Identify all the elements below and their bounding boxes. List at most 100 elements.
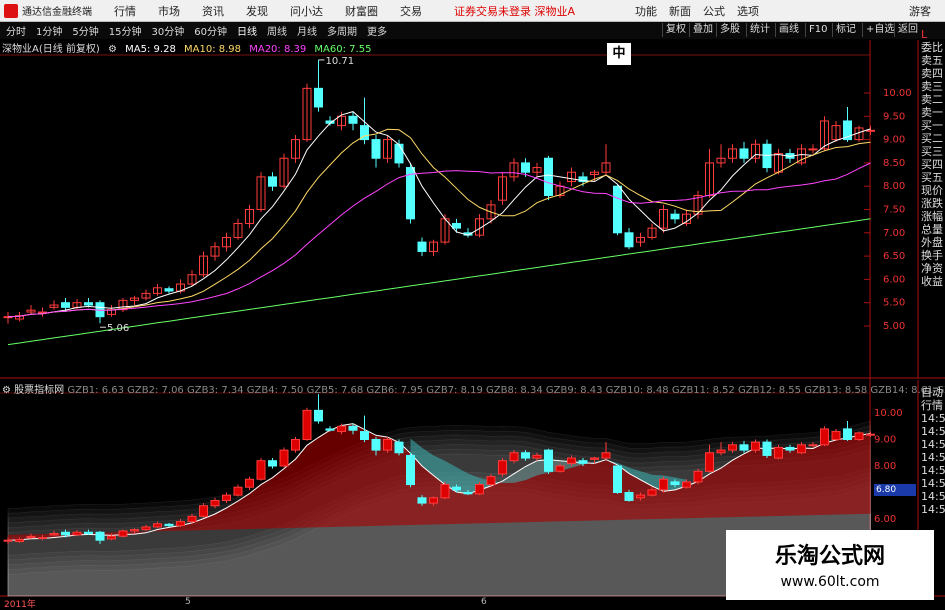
sub-candle-body: [84, 531, 93, 535]
sub-candle-body: [567, 457, 576, 464]
candle-body: [739, 148, 749, 159]
sub-candle-body: [325, 428, 335, 431]
main-chart-title: 深物业A(日线 前复权): [2, 44, 100, 55]
quote-label-10: 买四: [921, 158, 943, 171]
tick-label-1: 行情: [921, 399, 943, 412]
quote-label-2: 卖五: [921, 54, 943, 67]
sub-candle-body: [383, 439, 392, 451]
quote-label-13: 涨跌: [921, 197, 943, 210]
sub-candle-body: [440, 484, 450, 499]
sub-candle-body: [164, 523, 174, 527]
main-ytick-label: 6.00: [883, 274, 905, 285]
x-label-may: 5: [185, 597, 191, 607]
quote-label-16: 外盘: [921, 236, 943, 249]
ma20-line: [7, 162, 871, 318]
tick-label-0: 自动: [921, 386, 943, 399]
quote-label-15: 总量: [921, 223, 943, 236]
sub-candle-body: [705, 452, 714, 472]
main-ytick-label: 8.50: [883, 158, 905, 169]
candle-body: [762, 143, 772, 169]
main-ytick-label: 7.50: [883, 205, 905, 216]
sub-candle-body: [785, 446, 795, 451]
main-ytick-label: 5.50: [883, 298, 905, 309]
main-ytick-label: 9.00: [883, 135, 905, 146]
main-ytick-label: 9.50: [883, 111, 905, 122]
main-ytick-label: 8.00: [883, 181, 905, 192]
sub-candle-body: [107, 535, 116, 540]
sub-candle-body: [245, 478, 254, 488]
sub-candle-body: [613, 465, 622, 493]
candle-body: [394, 143, 404, 164]
x-axis: 2011年 5 6: [0, 597, 720, 610]
sub-candle-body: [486, 476, 496, 486]
sub-candle-body: [95, 531, 105, 541]
quote-label-4: 卖三: [921, 80, 943, 93]
sub-candle-body: [532, 454, 542, 459]
ma60-label: MA60: 7.55: [314, 44, 372, 55]
sub-ytick-label: 9.00: [874, 435, 896, 446]
sub-candle-body: [15, 539, 24, 543]
kline-chart[interactable]: 10.00 9.50 9.00 8.50 8.00 7.50 7.00 6.50 6.00 5.5…: [0, 0, 945, 609]
candle-body: [268, 176, 277, 187]
sub-candle-body: [670, 481, 680, 486]
sub-candle-body: [624, 492, 634, 501]
sub-candle-body: [302, 409, 312, 441]
ma20-label: MA20: 8.39: [249, 44, 307, 55]
ma60-line: [7, 218, 871, 346]
sub-chart-title: 股票指标网: [14, 385, 65, 396]
sub-candle-body: [751, 441, 760, 451]
tick-label-5: 14:50: [921, 451, 945, 464]
quote-label-17: 换手: [921, 249, 943, 262]
candle-body: [544, 157, 553, 197]
sub-candle-body: [774, 446, 783, 459]
sub-candle-body: [682, 481, 691, 488]
sub-candle-body: [521, 452, 530, 459]
watermark: 乐淘公式网 www.60lt.com: [726, 530, 934, 600]
sub-candle-body: [49, 533, 59, 536]
candle-body: [348, 115, 358, 124]
sub-candle-body: [475, 484, 484, 495]
sub-candle-body: [820, 428, 829, 446]
mid-marker-badge: 中: [607, 43, 631, 65]
sub-candle-body: [578, 460, 588, 464]
sub-candle-body: [360, 431, 369, 440]
sub-candle-body: [314, 409, 323, 422]
sub-ytick-label: 6.00: [874, 514, 896, 525]
sub-candle-body: [26, 535, 36, 539]
candle-body: [613, 185, 622, 234]
candle-body: [866, 129, 875, 132]
sub-candle-body: [498, 460, 507, 475]
candle-body: [314, 87, 323, 108]
sub-candle-body: [187, 515, 197, 523]
sub-candle-body: [762, 441, 772, 456]
sub-chart-params: GZB1: 6.63 GZB2: 7.06 GZB3: 7.34 GZB4: 7…: [67, 385, 945, 396]
sub-candle-body: [509, 452, 519, 462]
quote-label-3: 卖四: [921, 67, 943, 80]
settings-icon[interactable]: ⚙: [108, 44, 117, 55]
quote-label-12: 现价: [921, 184, 943, 197]
tick-panel-labels: 自动行情14:5014:5014:5014:5014:5014:5014:501…: [921, 386, 945, 516]
sub-candle-body: [3, 539, 13, 542]
tick-label-2: 14:50: [921, 412, 945, 425]
candle-body: [670, 213, 680, 220]
sub-candle-body: [716, 449, 726, 454]
sub-candle-body: [118, 530, 128, 537]
sub-candle-body: [210, 499, 220, 507]
sub-candle-body: [636, 494, 645, 499]
sub-candle-body: [544, 449, 553, 472]
candle-body: [521, 162, 530, 173]
sub-candle-body: [130, 529, 139, 532]
sub-candle-body: [601, 452, 611, 459]
sub-candle-body: [555, 465, 565, 472]
sub-candle-body: [659, 478, 668, 491]
candle-body: [371, 139, 381, 159]
sub-candle-body: [268, 460, 277, 467]
sub-candle-body: [463, 492, 473, 495]
sub-candle-body: [153, 523, 162, 528]
sub-candle-body: [808, 444, 818, 447]
sub-settings-icon[interactable]: ⚙: [2, 385, 11, 396]
quote-label-0: L: [921, 28, 928, 41]
sub-candle-body: [854, 432, 864, 440]
quote-label-14: 涨幅: [921, 210, 943, 223]
quote-label-1: 委比: [921, 41, 943, 54]
